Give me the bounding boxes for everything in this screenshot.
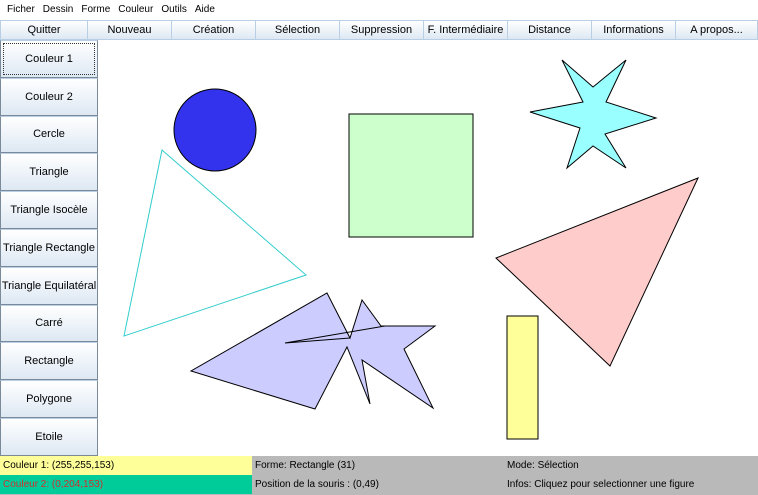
menu-forme[interactable]: Forme <box>77 0 114 20</box>
menu-bar: Ficher Dessin Forme Couleur Outils Aide <box>0 0 758 20</box>
menu-couleur[interactable]: Couleur <box>114 0 157 20</box>
shape-status: Forme: Rectangle (31) <box>255 460 356 471</box>
equilateral-triangle-button[interactable]: Triangle Equilatéral <box>0 266 98 305</box>
drawing-canvas[interactable] <box>98 40 758 456</box>
shape-sidebar: Couleur 1 Couleur 2 Cercle Triangle Tria… <box>0 40 98 456</box>
yellow-rectangle-shape[interactable] <box>506 315 539 440</box>
info-button[interactable]: Informations <box>592 20 676 40</box>
delete-button[interactable]: Suppression <box>340 20 424 40</box>
toolbar: Quitter Nouveau Création Sélection Suppr… <box>0 20 758 40</box>
info-status: Infos: Cliquez pour selectionner une fig… <box>507 479 695 490</box>
create-button[interactable]: Création <box>172 20 256 40</box>
menu-outils[interactable]: Outils <box>157 0 191 20</box>
distance-button[interactable]: Distance <box>508 20 592 40</box>
about-button[interactable]: A propos... <box>676 20 758 40</box>
color1-button[interactable]: Couleur 1 <box>0 40 98 78</box>
square-button[interactable]: Carré <box>0 304 98 343</box>
circle-button[interactable]: Cercle <box>0 115 98 154</box>
triangle-button[interactable]: Triangle <box>0 153 98 192</box>
star-button[interactable]: Etoile <box>0 417 98 456</box>
intermediate-shape-button[interactable]: F. Intermédiaire <box>424 20 508 40</box>
color1-status: Couleur 1: (255,255,153) <box>0 456 252 475</box>
quit-button[interactable]: Quitter <box>0 20 88 40</box>
circle-shape[interactable] <box>173 88 257 172</box>
mouse-position-status: Position de la souris : (0,49) <box>255 479 379 490</box>
color2-button[interactable]: Couleur 2 <box>0 77 98 116</box>
status-bar: Couleur 1: (255,255,153) Couleur 2: (0,2… <box>0 456 758 495</box>
select-button[interactable]: Sélection <box>256 20 340 40</box>
star-shape[interactable] <box>529 59 658 170</box>
mode-status: Mode: Sélection <box>507 460 579 471</box>
polygon-shape[interactable] <box>189 292 437 410</box>
outline-triangle-shape[interactable] <box>123 149 307 337</box>
menu-aide[interactable]: Aide <box>191 0 219 20</box>
square-shape[interactable] <box>348 113 474 238</box>
color2-status: Couleur 2: (0,204,153) <box>0 475 252 494</box>
isosceles-triangle-button[interactable]: Triangle Isocèle <box>0 191 98 229</box>
menu-dessin[interactable]: Dessin <box>39 0 78 20</box>
rectangle-button[interactable]: Rectangle <box>0 342 98 381</box>
right-triangle-button[interactable]: Triangle Rectangle <box>0 228 98 267</box>
polygon-button[interactable]: Polygone <box>0 380 98 418</box>
new-button[interactable]: Nouveau <box>88 20 172 40</box>
menu-fichier[interactable]: Ficher <box>3 0 39 20</box>
